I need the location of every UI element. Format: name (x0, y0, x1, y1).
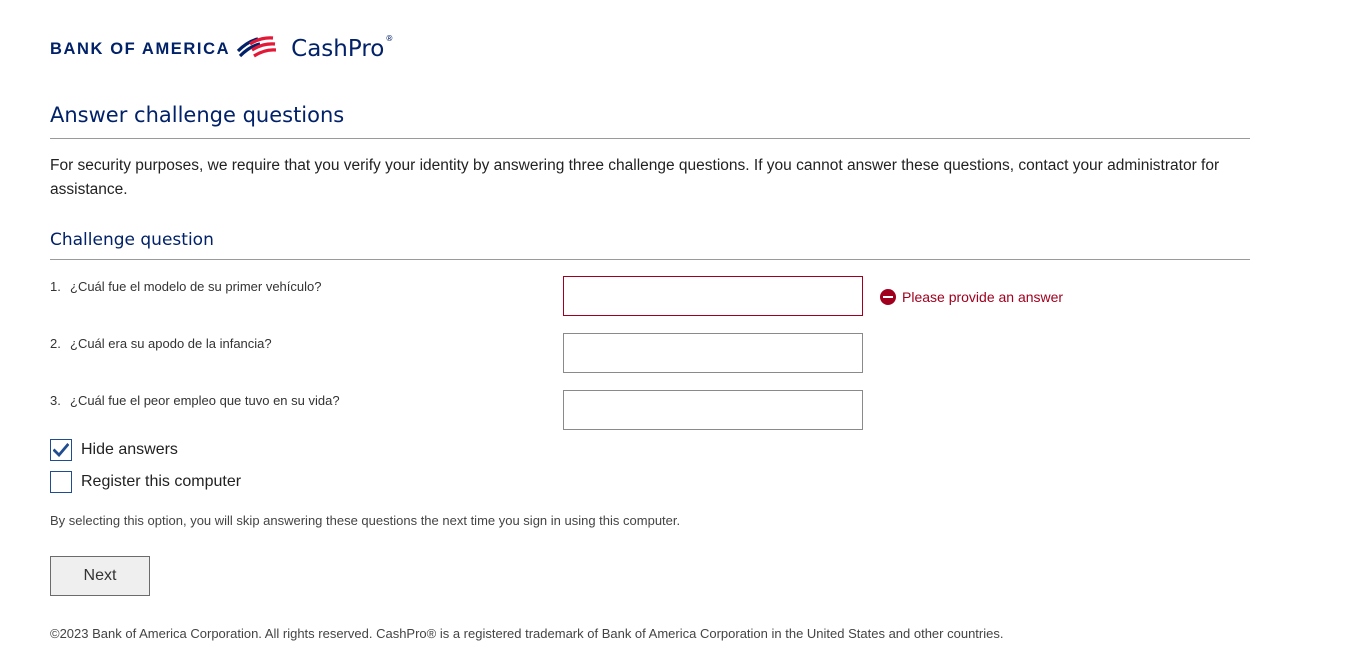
hide-answers-option[interactable]: Hide answers (50, 439, 178, 461)
checkmark-icon (53, 443, 69, 457)
register-computer-option[interactable]: Register this computer (50, 471, 241, 493)
bank-flag-logo-icon (237, 36, 277, 58)
register-computer-checkbox[interactable] (50, 471, 72, 493)
page-title: Answer challenge questions (50, 103, 345, 127)
register-note: By selecting this option, you will skip … (50, 513, 681, 528)
question-3-answer-input[interactable] (563, 390, 863, 430)
error-minus-circle-icon (880, 289, 896, 305)
section-divider (50, 259, 1250, 260)
question-1-answer-input[interactable] (563, 276, 863, 316)
logo: BANK OF AMERICA CashPro® (50, 34, 393, 64)
question-2-label: 2. ¿Cuál era su apodo de la infancia? (50, 336, 272, 351)
question-3-label: 3. ¿Cuál fue el peor empleo que tuvo en s… (50, 393, 340, 408)
question-2-answer-input[interactable] (563, 333, 863, 373)
footer-copyright: ©2023 Bank of America Corporation. All r… (50, 626, 1004, 641)
hide-answers-checkbox[interactable] (50, 439, 72, 461)
hide-answers-label: Hide answers (81, 441, 178, 458)
title-divider (50, 138, 1250, 139)
next-button[interactable]: Next (50, 556, 150, 596)
register-computer-label: Register this computer (81, 473, 242, 490)
page: BANK OF AMERICA CashPro® Answer challeng… (0, 0, 1366, 649)
question-1-label: 1. ¿Cuál fue el modelo de su primer vehíc… (50, 279, 322, 294)
section-title: Challenge question (50, 230, 214, 250)
question-1-error: Please provide an answer (880, 289, 1063, 305)
bank-wordmark: BANK OF AMERICA (50, 39, 231, 58)
intro-text: For security purposes, we require that y… (50, 157, 1220, 198)
product-name: CashPro® (291, 33, 394, 62)
